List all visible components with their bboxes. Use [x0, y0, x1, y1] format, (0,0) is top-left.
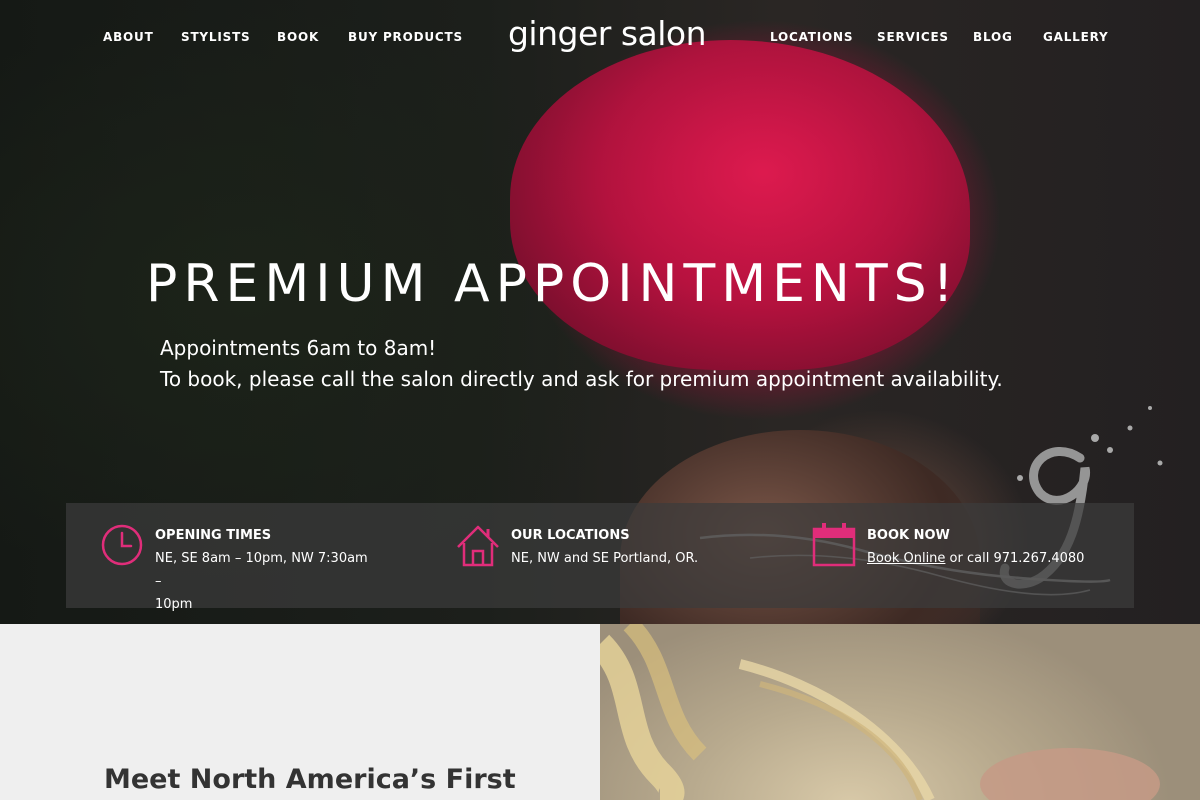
- hero-photo-red-hair: [510, 40, 970, 370]
- our-locations-text: NE, NW and SE Portland, OR.: [511, 551, 699, 566]
- home-icon: [457, 525, 499, 567]
- intro-title: Meet North America’s First: [104, 764, 516, 795]
- opening-times-text: NE, SE 8am – 10pm, NW 7:30am – 10pm: [155, 551, 368, 612]
- hero-subline-hours: Appointments 6am to 8am!: [160, 336, 437, 360]
- intro-section: Meet North America’s First: [0, 624, 600, 800]
- nav-stylists[interactable]: STYLISTS: [181, 30, 251, 44]
- nav-blog[interactable]: BLOG: [973, 30, 1013, 44]
- nav-gallery[interactable]: GALLERY: [1043, 30, 1109, 44]
- opening-times-title: OPENING TIMES: [155, 528, 272, 543]
- nav-buy-products[interactable]: BUY PRODUCTS: [348, 30, 463, 44]
- logo[interactable]: ginger salon: [502, 14, 712, 53]
- book-now-title: BOOK NOW: [867, 528, 950, 543]
- hero-headline: PREMIUM APPOINTMENTS!: [146, 254, 960, 314]
- blonde-hair-photo: [600, 624, 1160, 800]
- our-locations-title: OUR LOCATIONS: [511, 528, 630, 543]
- hero-subline-booking: To book, please call the salon directly …: [160, 367, 1003, 391]
- clock-icon: [101, 524, 143, 566]
- info-bar: OPENING TIMES NE, SE 8am – 10pm, NW 7:30…: [66, 503, 1134, 612]
- nav-locations[interactable]: LOCATIONS: [770, 30, 853, 44]
- nav-services[interactable]: SERVICES: [877, 30, 949, 44]
- calendar-icon: [812, 523, 856, 567]
- book-now-text: Book Online or call 971.267.4080: [867, 547, 1084, 570]
- book-online-link[interactable]: Book Online: [867, 551, 945, 566]
- intro-photo: [600, 624, 1200, 800]
- nav-book[interactable]: BOOK: [277, 30, 319, 44]
- book-phone: or call 971.267.4080: [945, 551, 1085, 566]
- nav-about[interactable]: ABOUT: [103, 30, 154, 44]
- main-nav: ABOUT STYLISTS BOOK BUY PRODUCTS ginger …: [0, 0, 1200, 76]
